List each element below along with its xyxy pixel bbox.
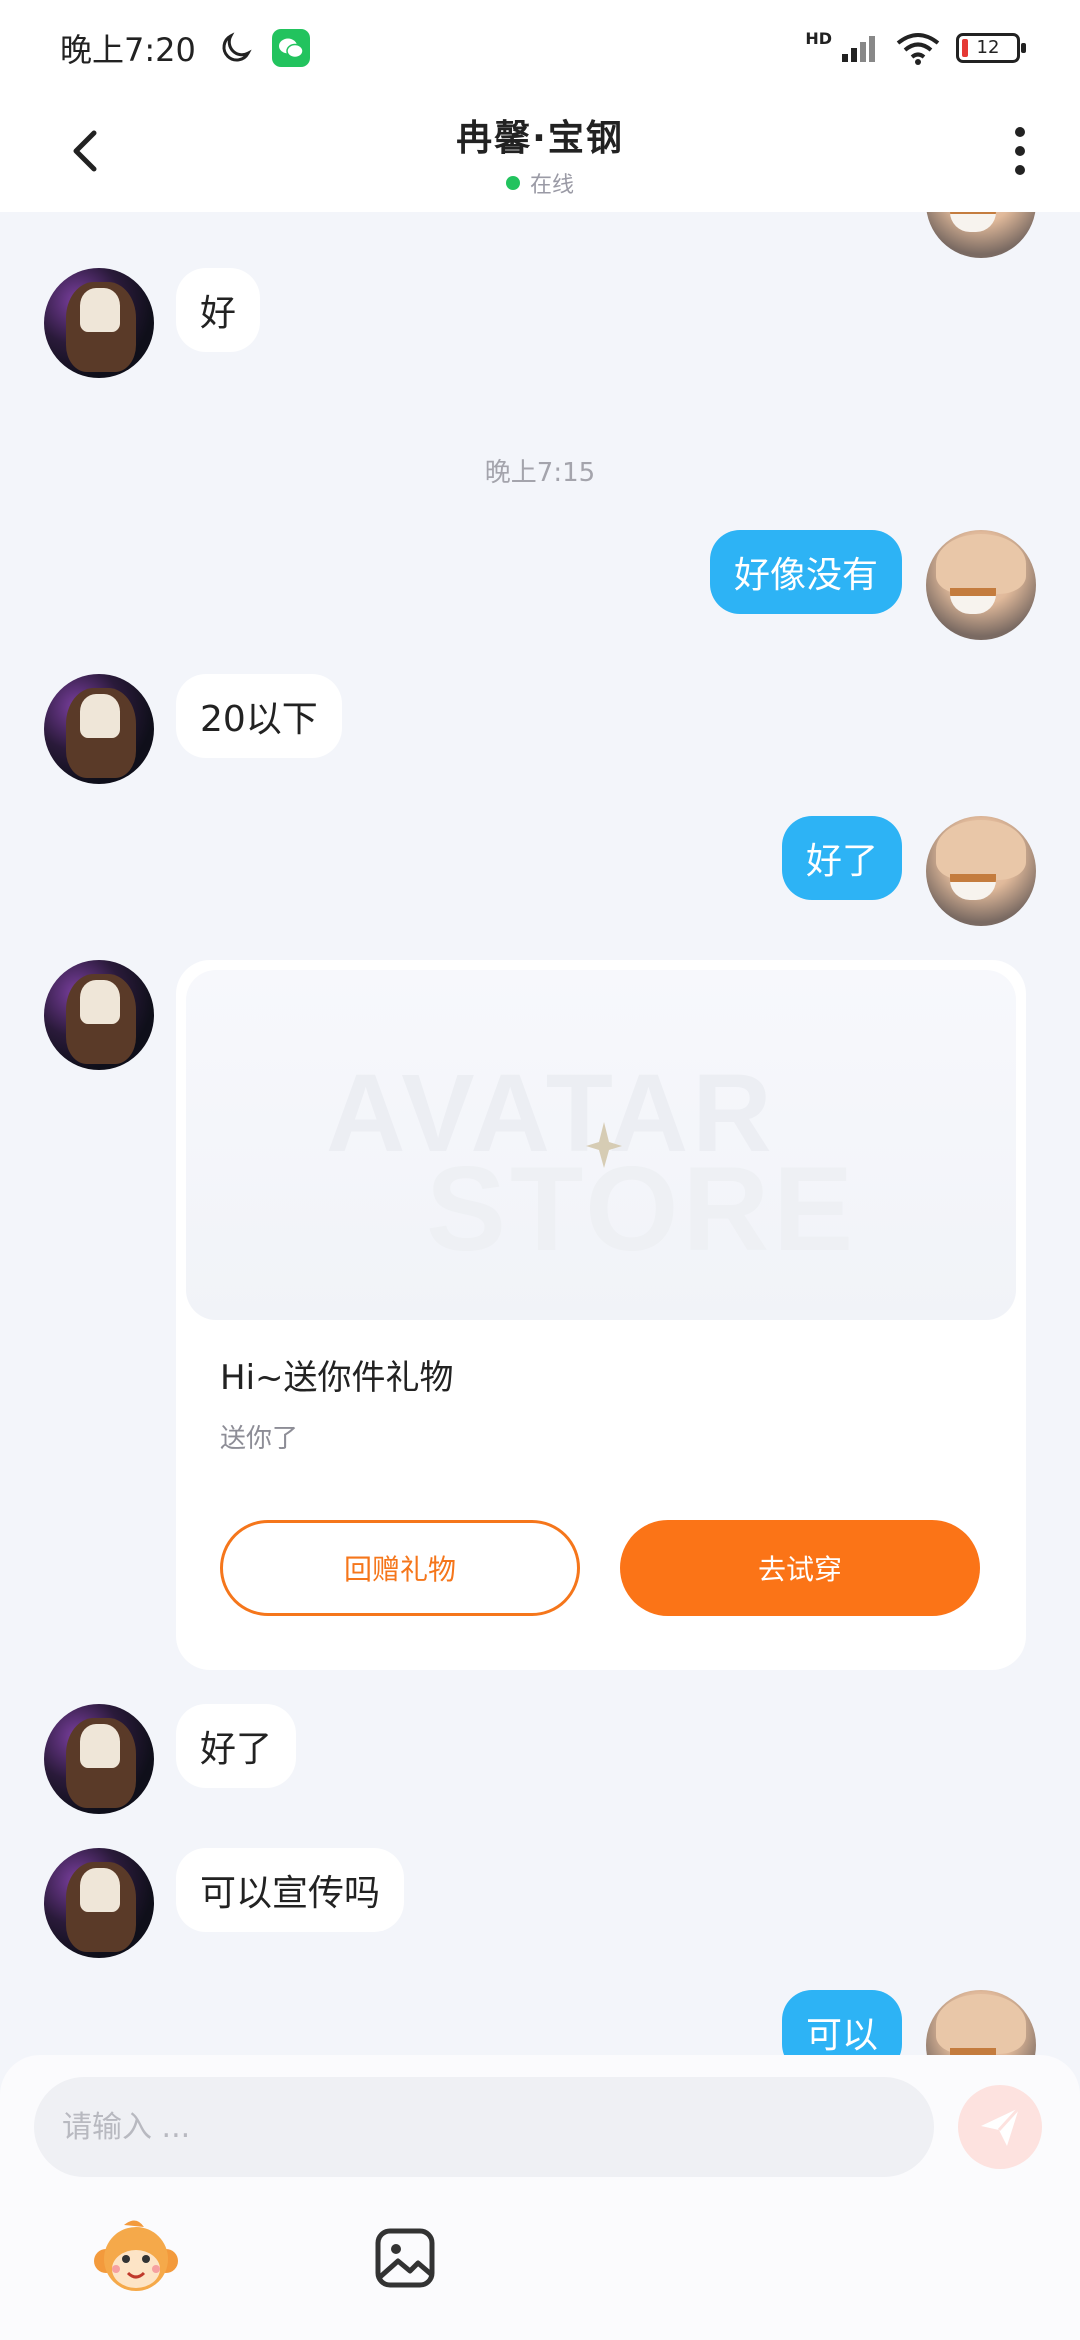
message-bubble-sent[interactable]: 好了 — [781, 816, 902, 900]
message-list[interactable]: 好 晚上7:15 好像没有 20以下 好了 AVATAR STORE Hi~送你… — [0, 212, 1080, 2055]
more-vertical-icon-dot — [1015, 165, 1025, 175]
message-bubble-received[interactable]: 可以宣传吗 — [176, 1848, 405, 1932]
more-options-button[interactable] — [1000, 121, 1040, 181]
try-on-button[interactable]: 去试穿 — [620, 1520, 980, 1616]
my-avatar[interactable] — [926, 1990, 1036, 2055]
contact-avatar[interactable] — [44, 1848, 154, 1958]
message-bubble-received[interactable]: 好了 — [176, 1704, 297, 1788]
message-bubble-received[interactable]: 20以下 — [176, 674, 342, 758]
more-vertical-icon-dot — [1015, 146, 1025, 156]
message-bubble-sent[interactable]: 可以 — [781, 1990, 902, 2055]
composer-panel — [0, 2055, 1080, 2340]
back-button[interactable] — [60, 121, 110, 181]
return-gift-button[interactable]: 回赠礼物 — [220, 1520, 580, 1616]
contact-avatar[interactable] — [44, 268, 154, 378]
send-button[interactable] — [958, 2085, 1042, 2169]
image-icon[interactable] — [370, 2223, 440, 2293]
battery-level-label: 12 — [976, 37, 1000, 58]
my-avatar[interactable] — [926, 530, 1036, 640]
sparkle-icon — [586, 1122, 622, 1168]
battery-icon: 12 — [956, 32, 1026, 63]
chat-header: 冉馨·宝钢 在线 — [0, 95, 1080, 212]
wechat-icon — [271, 28, 310, 67]
paper-plane-icon — [981, 2106, 1021, 2146]
online-status-label: 在线 — [529, 172, 574, 198]
moon-icon — [222, 31, 252, 61]
message-timestamp: 晚上7:15 — [484, 458, 596, 488]
message-input-box[interactable] — [34, 2077, 934, 2177]
gift-image: AVATAR STORE — [186, 970, 1016, 1320]
contact-avatar[interactable] — [44, 960, 154, 1070]
online-dot-icon — [505, 175, 520, 190]
signal-icon — [842, 35, 875, 62]
status-time: 晚上7:20 — [60, 30, 196, 69]
online-status: 在线 — [456, 167, 624, 199]
page-title: 冉馨·宝钢 — [456, 117, 624, 159]
status-bar: 晚上7:20 HD 12 — [0, 0, 1080, 95]
my-avatar[interactable] — [926, 816, 1036, 926]
message-bubble-sent[interactable]: 好像没有 — [709, 530, 902, 614]
chevron-left-icon — [73, 130, 97, 172]
gift-card[interactable]: AVATAR STORE Hi~送你件礼物 送你了 回赠礼物 去试穿 — [176, 960, 1026, 1670]
contact-avatar[interactable] — [44, 674, 154, 784]
avatar-store-logo: STORE — [426, 1142, 858, 1276]
gift-subtitle: 送你了 — [220, 1424, 299, 1454]
my-avatar[interactable] — [926, 212, 1036, 258]
message-bubble-received[interactable]: 好 — [176, 268, 261, 352]
contact-avatar[interactable] — [44, 1704, 154, 1814]
gift-title: Hi~送你件礼物 — [220, 1358, 454, 1398]
message-input[interactable] — [62, 2109, 934, 2145]
monkey-emoji-icon[interactable] — [92, 2215, 180, 2303]
network-type-label: HD — [805, 29, 832, 48]
battery-level-fill — [962, 38, 968, 57]
more-vertical-icon-dot — [1015, 127, 1025, 137]
title-block: 冉馨·宝钢 在线 — [456, 109, 624, 199]
status-indicators: HD 12 — [805, 29, 1026, 65]
wifi-icon — [896, 32, 940, 65]
